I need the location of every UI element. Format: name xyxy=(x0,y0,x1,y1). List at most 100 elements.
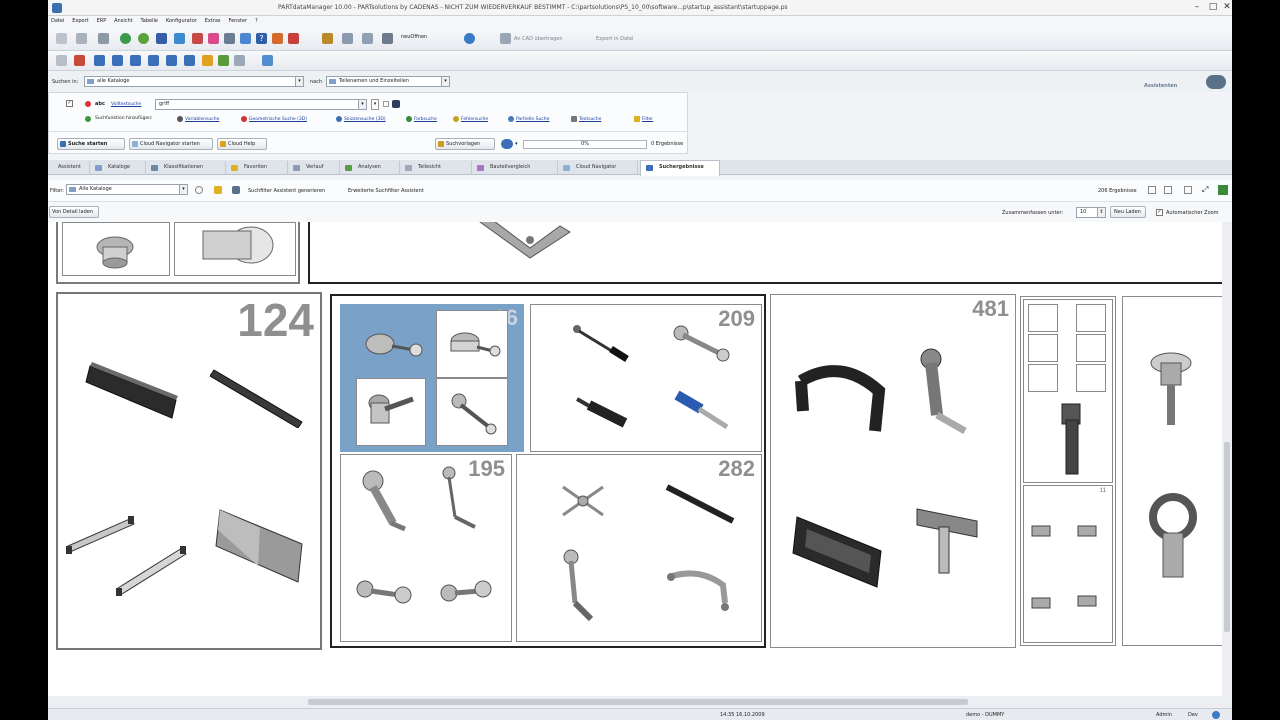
result-tile[interactable] xyxy=(1028,304,1058,332)
menu-konfigurator[interactable]: Konfigurator xyxy=(163,16,200,27)
window-icon[interactable] xyxy=(234,55,245,66)
load-detail-button[interactable]: Von Detail laden xyxy=(49,206,99,218)
cube-icon[interactable] xyxy=(174,33,185,44)
detail-view-icon[interactable] xyxy=(1184,186,1192,194)
part-copy-icon[interactable] xyxy=(148,55,159,66)
save-icon[interactable] xyxy=(76,33,87,44)
star-icon[interactable] xyxy=(240,33,251,44)
excel-icon[interactable] xyxy=(1218,185,1228,195)
info-dropdown-icon[interactable]: ▾ xyxy=(515,141,518,147)
cluster-tile-16[interactable]: 16 xyxy=(340,304,524,452)
pdf-icon[interactable] xyxy=(288,33,299,44)
menu-datei[interactable]: Datei xyxy=(48,16,67,27)
sketch-search-link[interactable]: Skizzensuche (3D) xyxy=(344,117,386,122)
info-icon[interactable] xyxy=(501,139,513,149)
tab-partview[interactable]: Teilesicht xyxy=(400,161,472,175)
horizontal-scrollbar[interactable] xyxy=(48,696,1232,708)
view-combo[interactable]: neuOffnen xyxy=(398,33,454,44)
scope-combo[interactable]: Teilenamen und Einzelteilen ▾ xyxy=(326,76,450,87)
cluster-tile-195[interactable]: 195 xyxy=(340,454,512,642)
menu-export[interactable]: Export xyxy=(69,16,91,27)
extended-filter-link[interactable]: Erweiterte Suchfilter Assistent xyxy=(348,188,424,194)
assistant-logo-icon[interactable] xyxy=(1206,75,1226,89)
menu-extras[interactable]: Extras xyxy=(202,16,224,27)
part-icon[interactable] xyxy=(94,55,105,66)
add-icon[interactable] xyxy=(85,116,91,122)
reload-button[interactable]: Neu Laden xyxy=(1110,206,1146,218)
help-icon[interactable]: ? xyxy=(256,33,267,44)
result-tile[interactable] xyxy=(436,310,508,378)
part-edit-icon[interactable] xyxy=(166,55,177,66)
wrench-icon[interactable] xyxy=(382,33,393,44)
maximize-button[interactable]: □ xyxy=(1206,2,1220,13)
chevron-down-icon[interactable]: ▾ xyxy=(358,100,366,109)
menu-erp[interactable]: ERP xyxy=(94,16,110,27)
variable-search-link[interactable]: Variablensuche xyxy=(185,117,219,122)
search-input[interactable]: griff ▾ xyxy=(155,99,367,110)
tool-icon[interactable] xyxy=(192,33,203,44)
fulltext-search-link[interactable]: Volltextsuche xyxy=(111,102,141,107)
cluster-tile-top-left[interactable] xyxy=(56,222,300,284)
open-icon[interactable] xyxy=(56,55,67,66)
cluster-tile-top-main[interactable] xyxy=(308,222,1232,284)
tab-cloud-navigator[interactable]: Cloud Navigator xyxy=(558,161,638,175)
result-subgroup[interactable]: 11 xyxy=(1023,485,1113,643)
cloud-navigator-button[interactable]: Cloud Navigator starten xyxy=(129,138,213,150)
grid-icon[interactable] xyxy=(224,33,235,44)
cluster-tile-481[interactable]: 481 xyxy=(770,294,1016,648)
sync-icon[interactable] xyxy=(464,33,475,44)
binoculars-icon[interactable] xyxy=(392,100,400,108)
filter-combo[interactable]: Alle Kataloge ▾ xyxy=(66,184,188,195)
cluster-tile-124[interactable]: 124 xyxy=(56,292,322,650)
list-view-icon[interactable] xyxy=(1164,186,1172,194)
geometry-search-link[interactable]: Geometrische Suche (3D) xyxy=(249,117,307,122)
spinner-icon[interactable]: ⇕ xyxy=(1097,208,1105,217)
merge-spinner[interactable]: 10 ⇕ xyxy=(1076,207,1106,218)
pen-icon[interactable] xyxy=(74,55,85,66)
tab-history[interactable]: Verlauf xyxy=(288,161,340,175)
result-subgroup[interactable] xyxy=(1023,299,1113,483)
tab-classifications[interactable]: Klassifikationen xyxy=(146,161,226,175)
search-suggest-button[interactable]: Suchvorlagen xyxy=(435,138,495,150)
result-tile[interactable] xyxy=(1076,364,1106,392)
vertical-scrollbar[interactable] xyxy=(1222,222,1232,696)
result-tile[interactable] xyxy=(356,378,426,446)
export-file-label[interactable]: Export in Datei xyxy=(596,36,633,42)
menu-tabelle[interactable]: Tabelle xyxy=(138,16,161,27)
cluster-tile-209[interactable]: 209 xyxy=(530,304,762,452)
result-tile[interactable] xyxy=(1076,304,1106,332)
expand-icon[interactable]: ⤢ xyxy=(1202,185,1208,195)
chevron-down-icon[interactable]: ▾ xyxy=(295,77,303,86)
cluster-tile-282[interactable]: 282 xyxy=(516,454,762,642)
new-icon[interactable] xyxy=(56,33,67,44)
result-tile[interactable] xyxy=(1028,364,1058,392)
partial-search-link[interactable]: Partielle Suche xyxy=(516,117,549,122)
folder-icon[interactable] xyxy=(202,55,213,66)
refresh-icon[interactable] xyxy=(120,33,131,44)
result-tile[interactable] xyxy=(436,378,508,446)
globe-icon[interactable] xyxy=(138,33,149,44)
horizontal-scroll-thumb[interactable] xyxy=(308,699,968,705)
shield-icon[interactable] xyxy=(272,33,283,44)
menu-ansicht[interactable]: Ansicht xyxy=(111,16,135,27)
cloud-help-button[interactable]: Cloud Help xyxy=(217,138,267,150)
filter-wizard-link[interactable]: Suchfilter Assistent generieren xyxy=(248,188,325,194)
tab-analysis[interactable]: Analysen xyxy=(340,161,400,175)
close-button[interactable]: ✕ xyxy=(1220,2,1232,13)
lock-icon[interactable] xyxy=(98,33,109,44)
chevron-down-icon[interactable]: ▾ xyxy=(441,77,449,86)
menu-help[interactable]: ? xyxy=(252,16,261,27)
grid-view-icon[interactable] xyxy=(1148,186,1156,194)
tree-icon[interactable] xyxy=(342,33,353,44)
measure-icon[interactable] xyxy=(208,33,219,44)
tab-catalogs[interactable]: Kataloge xyxy=(90,161,146,175)
hand-icon[interactable] xyxy=(322,33,333,44)
text-search-link[interactable]: Textsuche xyxy=(579,117,601,122)
error-search-link[interactable]: Fehlersuche xyxy=(461,117,488,122)
menu-fenster[interactable]: Fenster xyxy=(225,16,250,27)
result-tile[interactable] xyxy=(1076,334,1106,362)
cad-transfer-label[interactable]: An CAD übertragen xyxy=(514,36,563,42)
case-checkbox[interactable] xyxy=(383,101,389,107)
cluster-group-main[interactable]: 16 xyxy=(330,294,766,648)
start-search-button[interactable]: Suche starten xyxy=(57,138,125,150)
